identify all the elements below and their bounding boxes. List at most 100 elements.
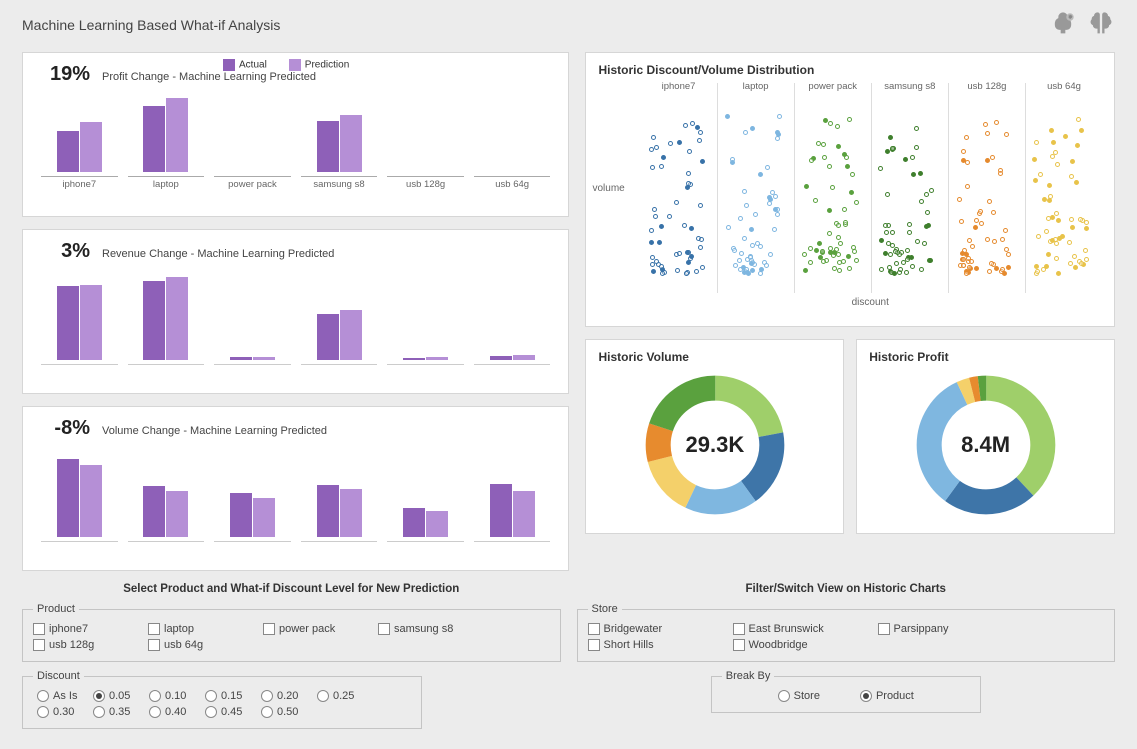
scatter-point xyxy=(654,259,659,264)
bar-prediction xyxy=(80,285,102,360)
product-checkbox-iphone7[interactable]: iphone7 xyxy=(33,623,148,635)
scatter-point xyxy=(802,252,807,257)
scatter-point xyxy=(1054,241,1059,246)
checkbox-label: Parsippany xyxy=(894,623,949,635)
scatter-point xyxy=(911,172,916,177)
discount-radio-0.15[interactable]: 0.15 xyxy=(205,690,249,702)
bar-group xyxy=(301,268,378,367)
discount-radio-0.50[interactable]: 0.50 xyxy=(261,706,305,718)
ml-settings-icon[interactable] xyxy=(1049,10,1077,41)
bar-category-label xyxy=(301,541,378,544)
scatter-point xyxy=(650,165,655,170)
scatter-point xyxy=(985,131,990,136)
bar-group: usb 128g xyxy=(387,80,464,190)
store-checkbox-Bridgewater[interactable]: Bridgewater xyxy=(588,623,733,635)
scatter-point xyxy=(909,255,914,260)
scatter-point xyxy=(808,260,813,265)
breakby-fieldset: Break By StoreProduct xyxy=(711,670,981,713)
scatter-point xyxy=(1069,217,1074,222)
discount-radio-0.25[interactable]: 0.25 xyxy=(317,690,361,702)
scatter-point xyxy=(1074,180,1079,185)
scatter-point xyxy=(758,172,763,177)
discount-radio-0.05[interactable]: 0.05 xyxy=(93,690,137,702)
scatter-point xyxy=(732,248,737,253)
scatter-point xyxy=(659,164,664,169)
scatter-point xyxy=(700,159,705,164)
scatter-point xyxy=(827,231,832,236)
store-checkbox-East-Brunswick[interactable]: East Brunswick xyxy=(733,623,878,635)
breakby-radio-store[interactable]: Store xyxy=(778,690,820,702)
scatter-point xyxy=(969,259,974,264)
product-checkbox-usb-128g[interactable]: usb 128g xyxy=(33,639,148,651)
bar-group xyxy=(387,445,464,544)
scatter-point xyxy=(837,268,842,273)
scatter-point xyxy=(1072,254,1077,259)
scatter-point xyxy=(883,251,888,256)
scatter-point xyxy=(885,192,890,197)
store-checkbox-Short-Hills[interactable]: Short Hills xyxy=(588,639,733,651)
scatter-point xyxy=(835,124,840,129)
historic-scatter-title: Historic Discount/Volume Distribution xyxy=(598,63,1102,77)
scatter-point xyxy=(905,248,910,253)
bar-category-label: laptop xyxy=(128,176,205,190)
radio-label: 0.15 xyxy=(221,690,242,702)
breakby-radio-product[interactable]: Product xyxy=(860,690,914,702)
ml-panel-title: Volume Change - Machine Learning Predict… xyxy=(102,425,327,437)
scatter-point xyxy=(1084,226,1089,231)
radio-label: 0.25 xyxy=(333,690,354,702)
discount-radio-0.45[interactable]: 0.45 xyxy=(205,706,249,718)
product-checkbox-samsung-s8[interactable]: samsung s8 xyxy=(378,623,493,635)
scatter-point xyxy=(803,268,808,273)
scatter-point xyxy=(730,160,735,165)
scatter-point xyxy=(974,218,979,223)
bar-category-label xyxy=(41,541,118,544)
radio-icon xyxy=(317,690,329,702)
scatter-point xyxy=(738,216,743,221)
scatter-point xyxy=(974,266,979,271)
bar-actual xyxy=(490,484,512,537)
discount-radio-0.30[interactable]: 0.30 xyxy=(37,706,81,718)
checkbox-icon xyxy=(733,623,745,635)
scatter-point xyxy=(744,203,749,208)
discount-radio-0.20[interactable]: 0.20 xyxy=(261,690,305,702)
scatter-point xyxy=(772,227,777,232)
product-checkbox-usb-64g[interactable]: usb 64g xyxy=(148,639,263,651)
scatter-point xyxy=(775,212,780,217)
bar-group xyxy=(128,445,205,544)
store-checkbox-Parsippany[interactable]: Parsippany xyxy=(878,623,1023,635)
discount-radio-As-Is[interactable]: As Is xyxy=(37,690,81,702)
scatter-point xyxy=(1076,117,1081,122)
product-fieldset: Product iphone7laptoppower packsamsung s… xyxy=(22,603,561,662)
ml-panel-pct: -8% xyxy=(35,417,90,440)
scatter-point xyxy=(725,114,730,119)
checkbox-label: Bridgewater xyxy=(604,623,663,635)
scatter-point xyxy=(888,135,893,140)
discount-radio-0.10[interactable]: 0.10 xyxy=(149,690,193,702)
discount-radio-0.35[interactable]: 0.35 xyxy=(93,706,137,718)
bar-actual xyxy=(57,286,79,360)
checkbox-icon xyxy=(148,639,160,651)
brain-icon[interactable] xyxy=(1087,10,1115,41)
scatter-point xyxy=(767,201,772,206)
scatter-point xyxy=(726,225,731,230)
store-checkbox-Woodbridge[interactable]: Woodbridge xyxy=(733,639,878,651)
scatter-point xyxy=(998,171,1003,176)
historic-profit-center: 8.4M xyxy=(961,432,1010,458)
scatter-point xyxy=(742,236,747,241)
scatter-point xyxy=(750,243,755,248)
scatter-point xyxy=(699,237,704,242)
bar-group xyxy=(301,445,378,544)
scatter-point xyxy=(922,241,927,246)
scatter-facet: usb 128g xyxy=(948,83,1025,293)
scatter-point xyxy=(970,244,975,249)
bar-prediction xyxy=(426,511,448,537)
radio-label: 0.05 xyxy=(109,690,130,702)
scatter-point xyxy=(973,225,978,230)
discount-radio-0.40[interactable]: 0.40 xyxy=(149,706,193,718)
radio-icon xyxy=(93,706,105,718)
product-checkbox-laptop[interactable]: laptop xyxy=(148,623,263,635)
scatter-point xyxy=(668,141,673,146)
scatter-point xyxy=(823,118,828,123)
scatter-point xyxy=(884,230,889,235)
product-checkbox-power-pack[interactable]: power pack xyxy=(263,623,378,635)
